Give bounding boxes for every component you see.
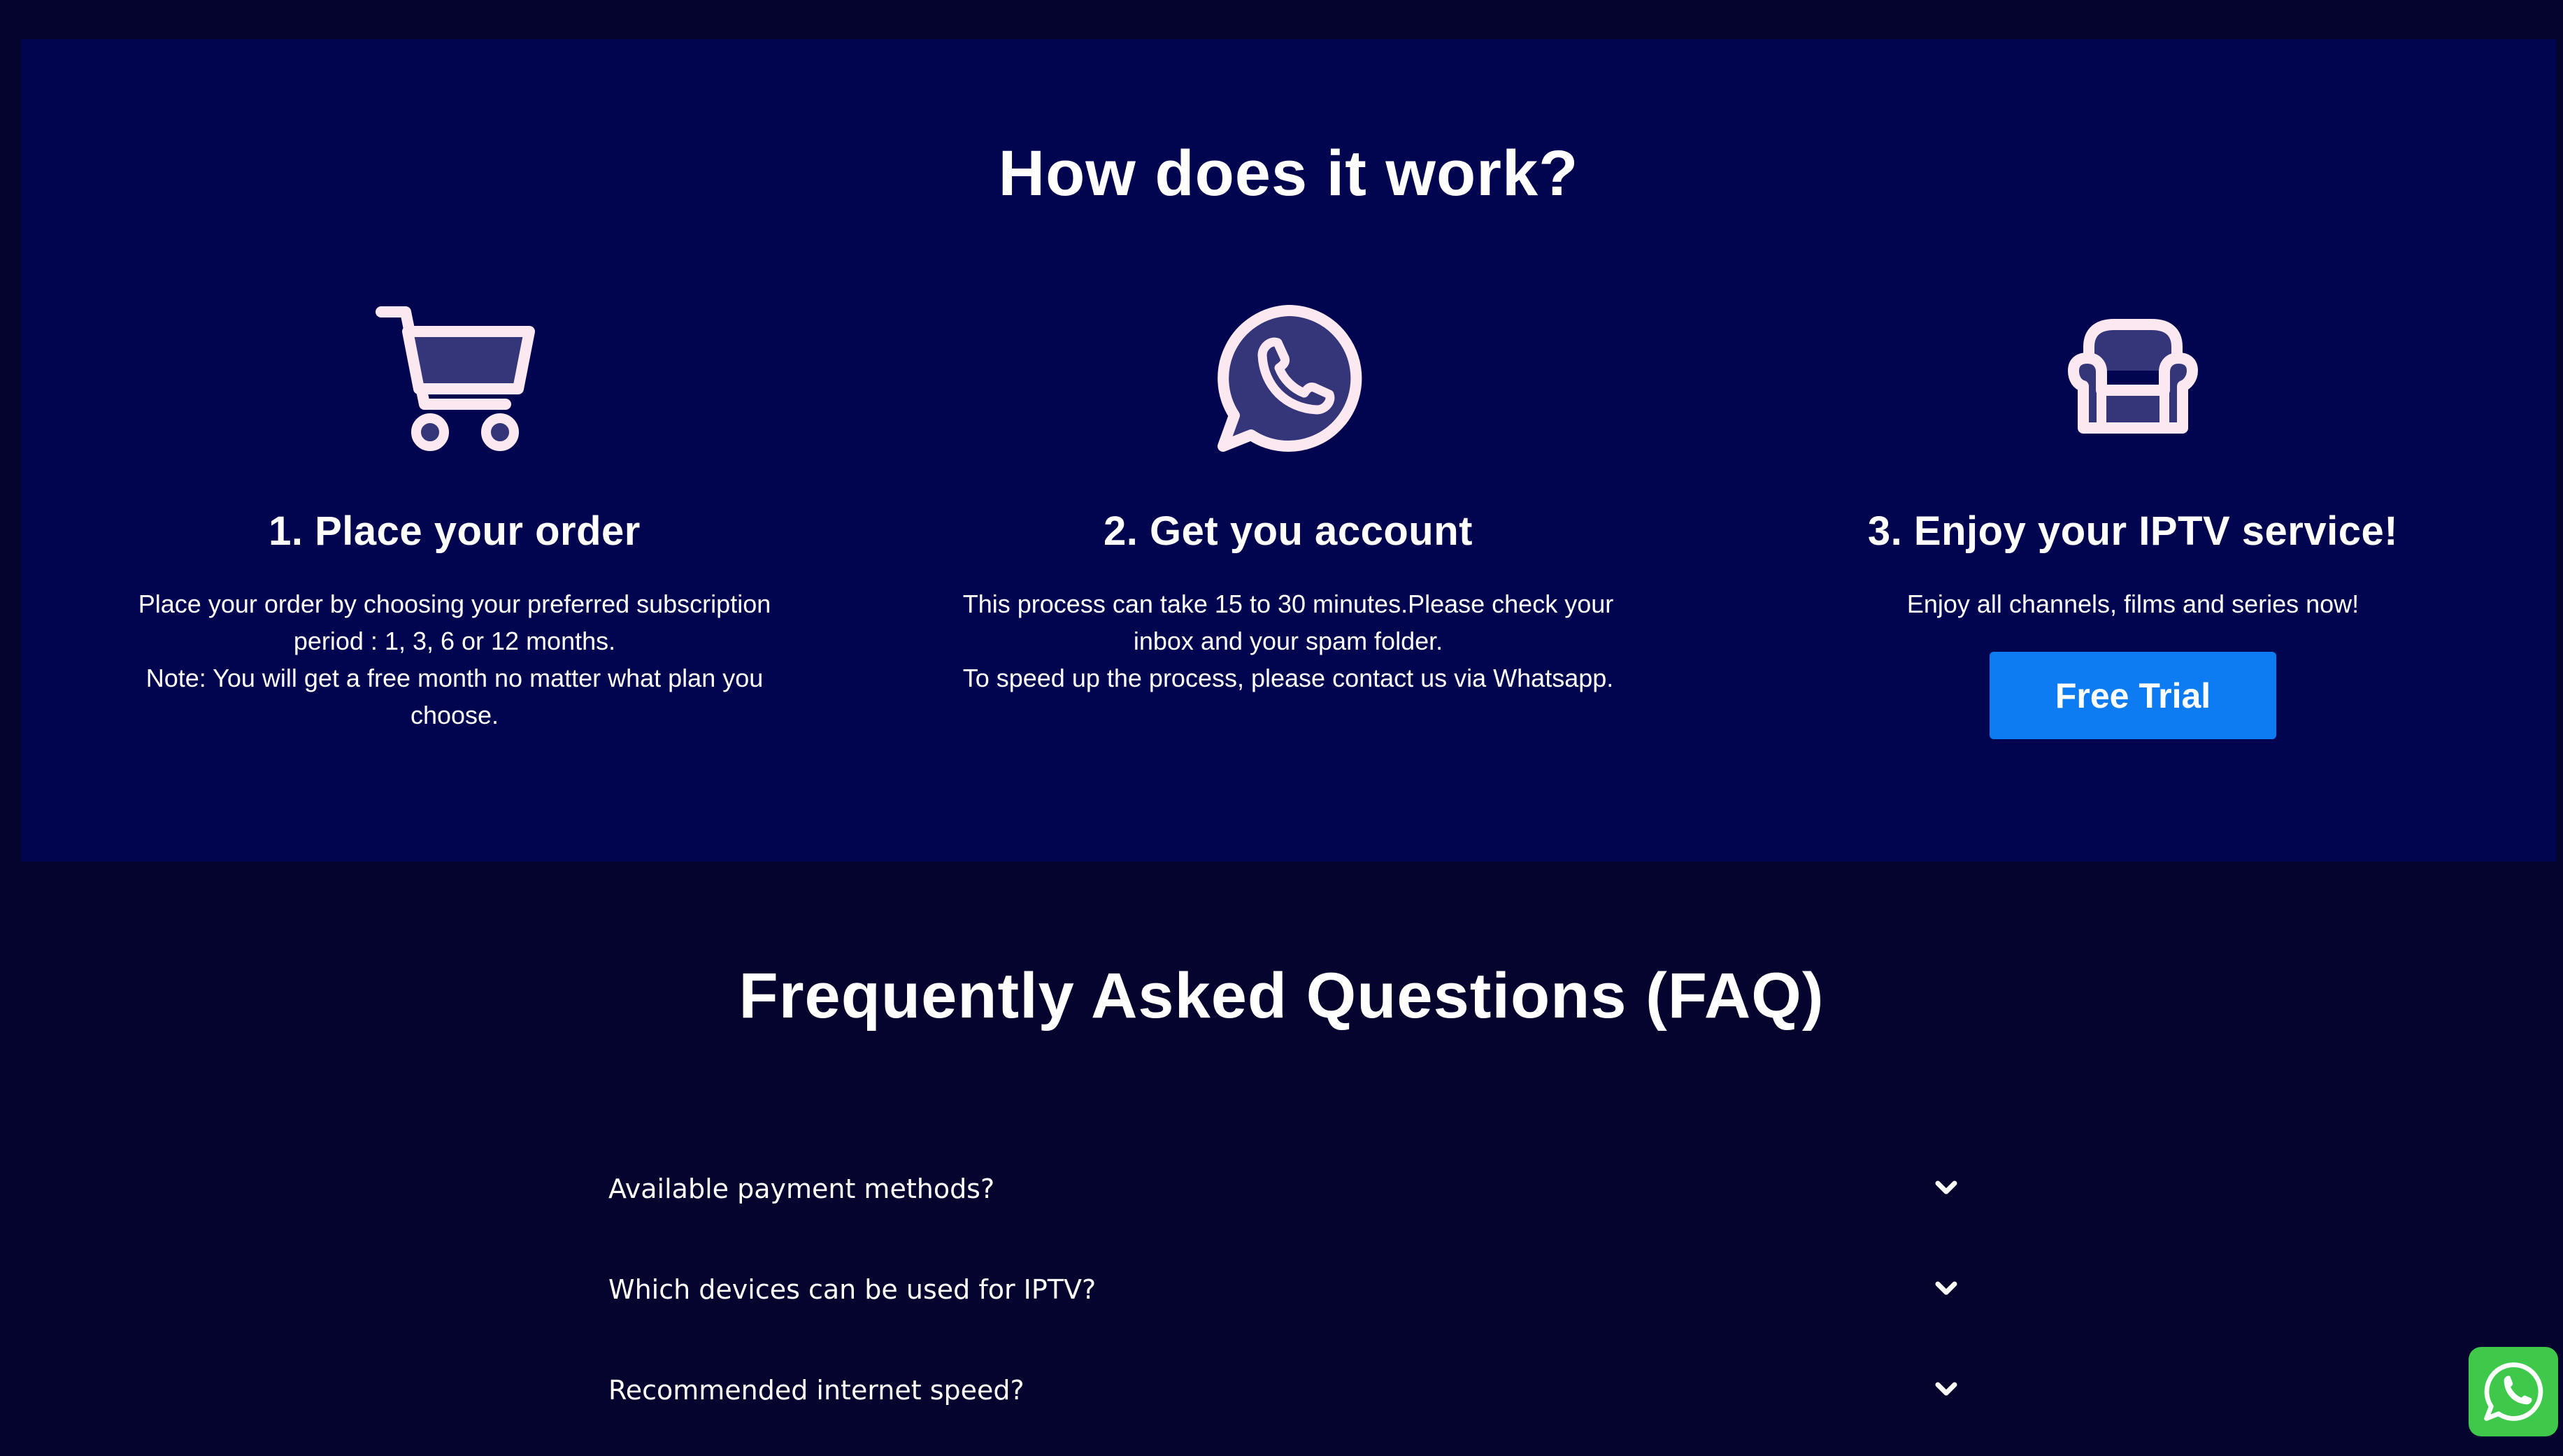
faq-title: Frequently Asked Questions (FAQ) <box>738 960 1825 1032</box>
armchair-icon <box>1783 298 2483 459</box>
whatsapp-icon <box>938 298 1638 459</box>
step-text: To speed up the process, please contact … <box>962 664 1614 692</box>
faq-question: Available payment methods? <box>608 1173 995 1204</box>
faq-item-payment-methods[interactable]: Available payment methods? <box>608 1154 1958 1255</box>
step-description: Place your order by choosing your prefer… <box>119 585 790 734</box>
step-title: 1. Place your order <box>269 508 641 554</box>
faq-item-internet-speed[interactable]: Recommended internet speed? <box>608 1355 1958 1456</box>
step-enjoy-service: 3. Enjoy your IPTV service! Enjoy all ch… <box>1783 298 2483 739</box>
whatsapp-icon <box>2484 1362 2543 1421</box>
step-title: 3. Enjoy your IPTV service! <box>1867 508 2399 554</box>
how-it-works-section: How does it work? 1. Place your order Pl… <box>21 39 2556 862</box>
chevron-down-icon <box>1935 1281 1957 1295</box>
step-text: Note: You will get a free month no matte… <box>145 664 764 729</box>
faq-question: Which devices can be used for IPTV? <box>608 1274 1097 1305</box>
step-title: 2. Get you account <box>1104 508 1473 554</box>
faq-question: Recommended internet speed? <box>608 1375 1025 1406</box>
step-description: This process can take 15 to 30 minutes.P… <box>952 585 1624 697</box>
step-place-order: 1. Place your order Place your order by … <box>105 298 804 734</box>
step-text: Place your order by choosing your prefer… <box>138 590 771 655</box>
free-trial-button[interactable]: Free Trial <box>1990 652 2276 739</box>
step-description: Enjoy all channels, films and series now… <box>1797 585 2469 622</box>
shopping-cart-icon <box>105 298 804 459</box>
chevron-down-icon <box>1935 1180 1957 1194</box>
chevron-down-icon <box>1935 1382 1957 1396</box>
step-get-account: 2. Get you account This process can take… <box>938 298 1638 697</box>
step-text: Enjoy all channels, films and series now… <box>1906 590 2359 618</box>
whatsapp-float-button[interactable] <box>2469 1347 2558 1436</box>
faq-list: Available payment methods? Which devices… <box>608 1154 1958 1456</box>
how-it-works-title: How does it work? <box>998 138 1579 209</box>
step-text: This process can take 15 to 30 minutes.P… <box>962 590 1614 655</box>
faq-item-devices[interactable]: Which devices can be used for IPTV? <box>608 1255 1958 1355</box>
